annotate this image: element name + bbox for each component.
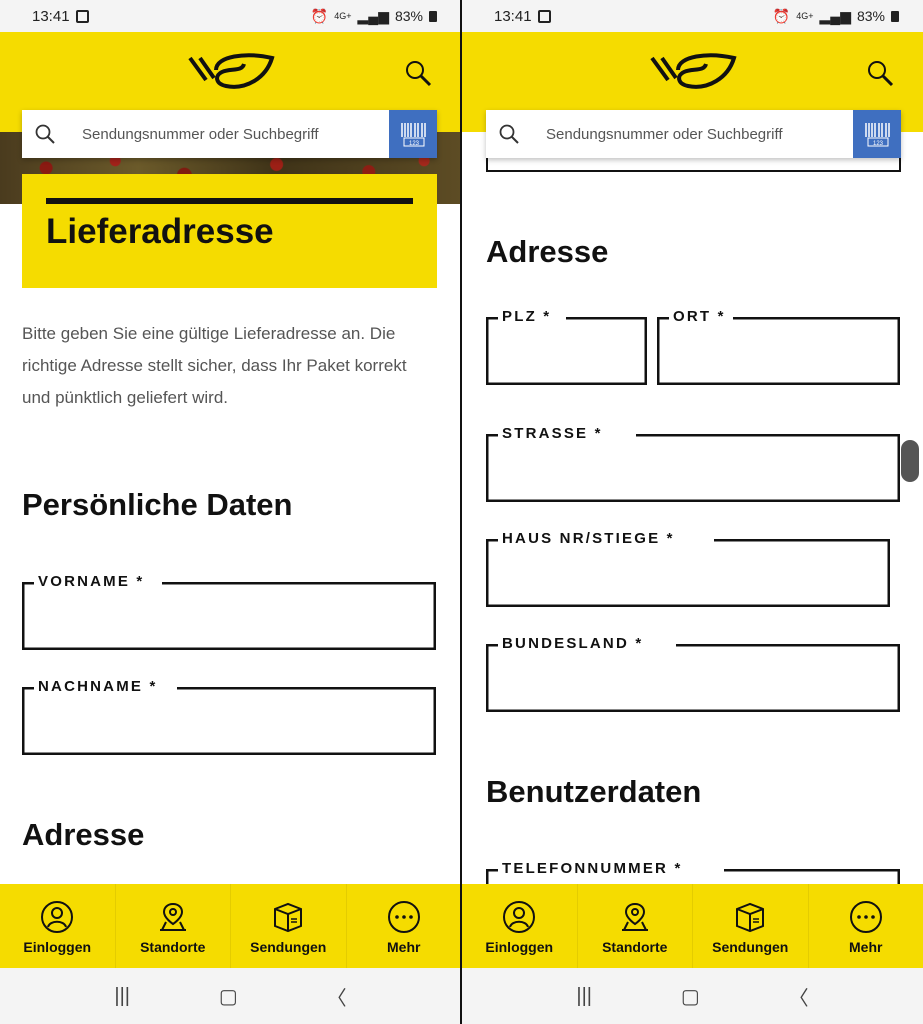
page-title-box: Lieferadresse	[22, 174, 437, 288]
user-icon	[503, 901, 536, 933]
user-icon	[41, 901, 74, 933]
search-icon[interactable]	[865, 58, 895, 88]
nav-item-more[interactable]: Mehr	[809, 884, 923, 968]
nav-item-login[interactable]: Einloggen	[462, 884, 578, 968]
section-address-heading: Adresse	[486, 234, 609, 269]
search-input[interactable]: Sendungsnummer oder Suchbegriff	[82, 126, 389, 143]
battery-icon	[891, 10, 899, 22]
nav-label-shipments: Sendungen	[712, 939, 789, 955]
calendar-icon	[75, 9, 89, 23]
alarm-icon: ⏰	[310, 7, 329, 24]
svg-text:123: 123	[409, 141, 420, 147]
hausnr-field[interactable]: HAUS NR/STIEGE *	[486, 530, 890, 607]
battery-label: 83%	[856, 8, 885, 24]
search-bar[interactable]: Sendungsnummer oder Suchbegriff 123	[486, 110, 901, 158]
location-icon	[159, 902, 186, 931]
home-button[interactable]: ▢	[681, 984, 700, 1009]
nachname-field[interactable]: NACHNAME *	[22, 678, 436, 755]
bottom-nav: Einloggen Standorte Sendungen Mehr	[462, 884, 923, 968]
nav-item-login[interactable]: Einloggen	[0, 884, 116, 968]
barcode-icon: 123	[865, 123, 890, 147]
scroll-handle[interactable]	[901, 440, 919, 482]
search-icon	[499, 124, 519, 144]
status-bar: 13:41 ⏰ 4G+ ▂▄▆ 83%	[0, 0, 461, 32]
back-button[interactable]: 〈	[327, 982, 347, 1011]
app-root: 13:41 ⏰ 4G+ ▂▄▆ 83% Sendungsnummer oder …	[0, 0, 923, 1024]
post-horn-logo	[187, 53, 275, 89]
search-input[interactable]: Sendungsnummer oder Suchbegriff	[546, 126, 853, 143]
section-address-heading: Adresse	[22, 817, 145, 852]
nav-label-shipments: Sendungen	[250, 939, 327, 955]
screen-right: 13:41 ⏰ 4G+ ▂▄▆ 83% Sendungsnummer oder …	[462, 0, 923, 1024]
screen-left: 13:41 ⏰ 4G+ ▂▄▆ 83% Sendungsnummer oder …	[0, 0, 461, 1024]
alarm-icon: ⏰	[772, 7, 791, 24]
search-icon[interactable]	[403, 58, 433, 88]
nav-item-locations[interactable]: Standorte	[578, 884, 693, 968]
package-icon	[274, 902, 303, 933]
network-label: 4G+	[796, 11, 814, 21]
search-bar[interactable]: Sendungsnummer oder Suchbegriff 123	[22, 110, 437, 158]
status-time: 13:41	[32, 7, 70, 25]
network-label: 4G+	[334, 11, 352, 21]
system-nav-bar: ||| ▢ 〈	[462, 968, 923, 1024]
hausnr-label: HAUS NR/STIEGE *	[502, 530, 675, 547]
system-nav-bar: ||| ▢ 〈	[0, 968, 461, 1024]
bundesland-field[interactable]: BUNDESLAND *	[486, 635, 900, 712]
plz-field[interactable]: PLZ *	[486, 308, 647, 385]
nav-label-login: Einloggen	[485, 939, 554, 955]
status-bar: 13:41 ⏰ 4G+ ▂▄▆ 83%	[462, 0, 923, 32]
nav-label-locations: Standorte	[140, 939, 206, 955]
package-icon	[736, 902, 765, 933]
plz-label: PLZ *	[502, 308, 552, 325]
battery-label: 83%	[394, 8, 423, 24]
strasse-label: STRASSE *	[502, 425, 603, 442]
barcode-scan-button[interactable]: 123	[389, 110, 437, 158]
bottom-nav: Einloggen Standorte Sendungen Mehr	[0, 884, 461, 968]
status-time: 13:41	[494, 7, 532, 25]
location-icon	[621, 902, 648, 931]
nav-label-locations: Standorte	[602, 939, 668, 955]
title-bar-divider	[46, 198, 413, 204]
ort-field[interactable]: ORT *	[657, 308, 900, 385]
recent-apps-button[interactable]: |||	[114, 985, 130, 1008]
page-title: Lieferadresse	[46, 212, 274, 251]
more-icon	[387, 901, 420, 933]
recent-apps-button[interactable]: |||	[576, 985, 592, 1008]
search-icon	[35, 124, 55, 144]
strasse-field[interactable]: STRASSE *	[486, 425, 900, 502]
battery-icon	[429, 10, 437, 22]
barcode-icon: 123	[401, 123, 426, 147]
more-icon	[849, 901, 882, 933]
nachname-label: NACHNAME *	[38, 678, 158, 695]
post-horn-logo	[649, 53, 737, 89]
telefon-label: TELEFONNUMMER *	[502, 860, 683, 877]
signal-icon: ▂▄▆	[357, 7, 389, 24]
nav-item-shipments[interactable]: Sendungen	[231, 884, 347, 968]
nav-item-more[interactable]: Mehr	[347, 884, 462, 968]
section-personal-heading: Persönliche Daten	[22, 487, 293, 522]
signal-icon: ▂▄▆	[819, 7, 851, 24]
home-button[interactable]: ▢	[219, 984, 238, 1009]
vorname-field[interactable]: VORNAME *	[22, 573, 436, 650]
nav-label-more: Mehr	[387, 939, 421, 955]
ort-label: ORT *	[673, 308, 726, 325]
calendar-icon	[537, 9, 551, 23]
bundesland-label: BUNDESLAND *	[502, 635, 644, 652]
previous-field-bottom-edge	[486, 158, 901, 172]
back-button[interactable]: 〈	[789, 982, 809, 1011]
intro-text: Bitte geben Sie eine gültige Lieferadres…	[22, 324, 407, 407]
nav-label-more: Mehr	[849, 939, 883, 955]
svg-text:123: 123	[873, 141, 884, 147]
vorname-label: VORNAME *	[38, 573, 145, 590]
barcode-scan-button[interactable]: 123	[853, 110, 901, 158]
nav-item-locations[interactable]: Standorte	[116, 884, 231, 968]
section-user-heading: Benutzerdaten	[486, 774, 702, 809]
nav-item-shipments[interactable]: Sendungen	[693, 884, 809, 968]
nav-label-login: Einloggen	[23, 939, 92, 955]
